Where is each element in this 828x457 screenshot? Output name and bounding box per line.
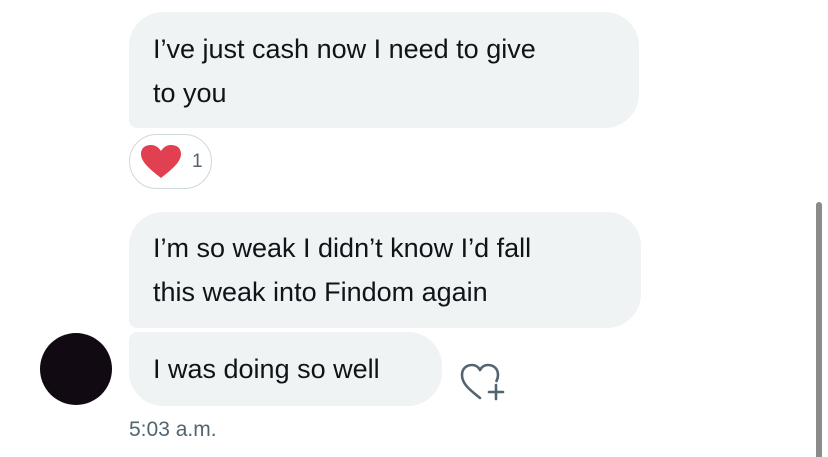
message-bubble-3[interactable]: I was doing so well [129,332,442,406]
message-bubble-2[interactable]: I’m so weak I didn’t know I’d fall this … [129,212,641,328]
heart-reaction-badge[interactable]: 1 [129,134,212,189]
add-reaction-heart-icon[interactable] [458,360,510,404]
message-text-2: I’m so weak I didn’t know I’d fall this … [153,233,532,307]
message-text-3: I was doing so well [153,354,380,384]
scrollbar[interactable] [816,202,822,457]
reaction-count: 1 [192,151,203,172]
message-bubble-1[interactable]: I’ve just cash now I need to give to you [129,12,639,128]
avatar[interactable] [40,333,112,405]
message-text-1: I’ve just cash now I need to give to you [153,34,536,108]
message-timestamp: 5:03 a.m. [129,418,217,441]
heart-icon [140,144,182,180]
